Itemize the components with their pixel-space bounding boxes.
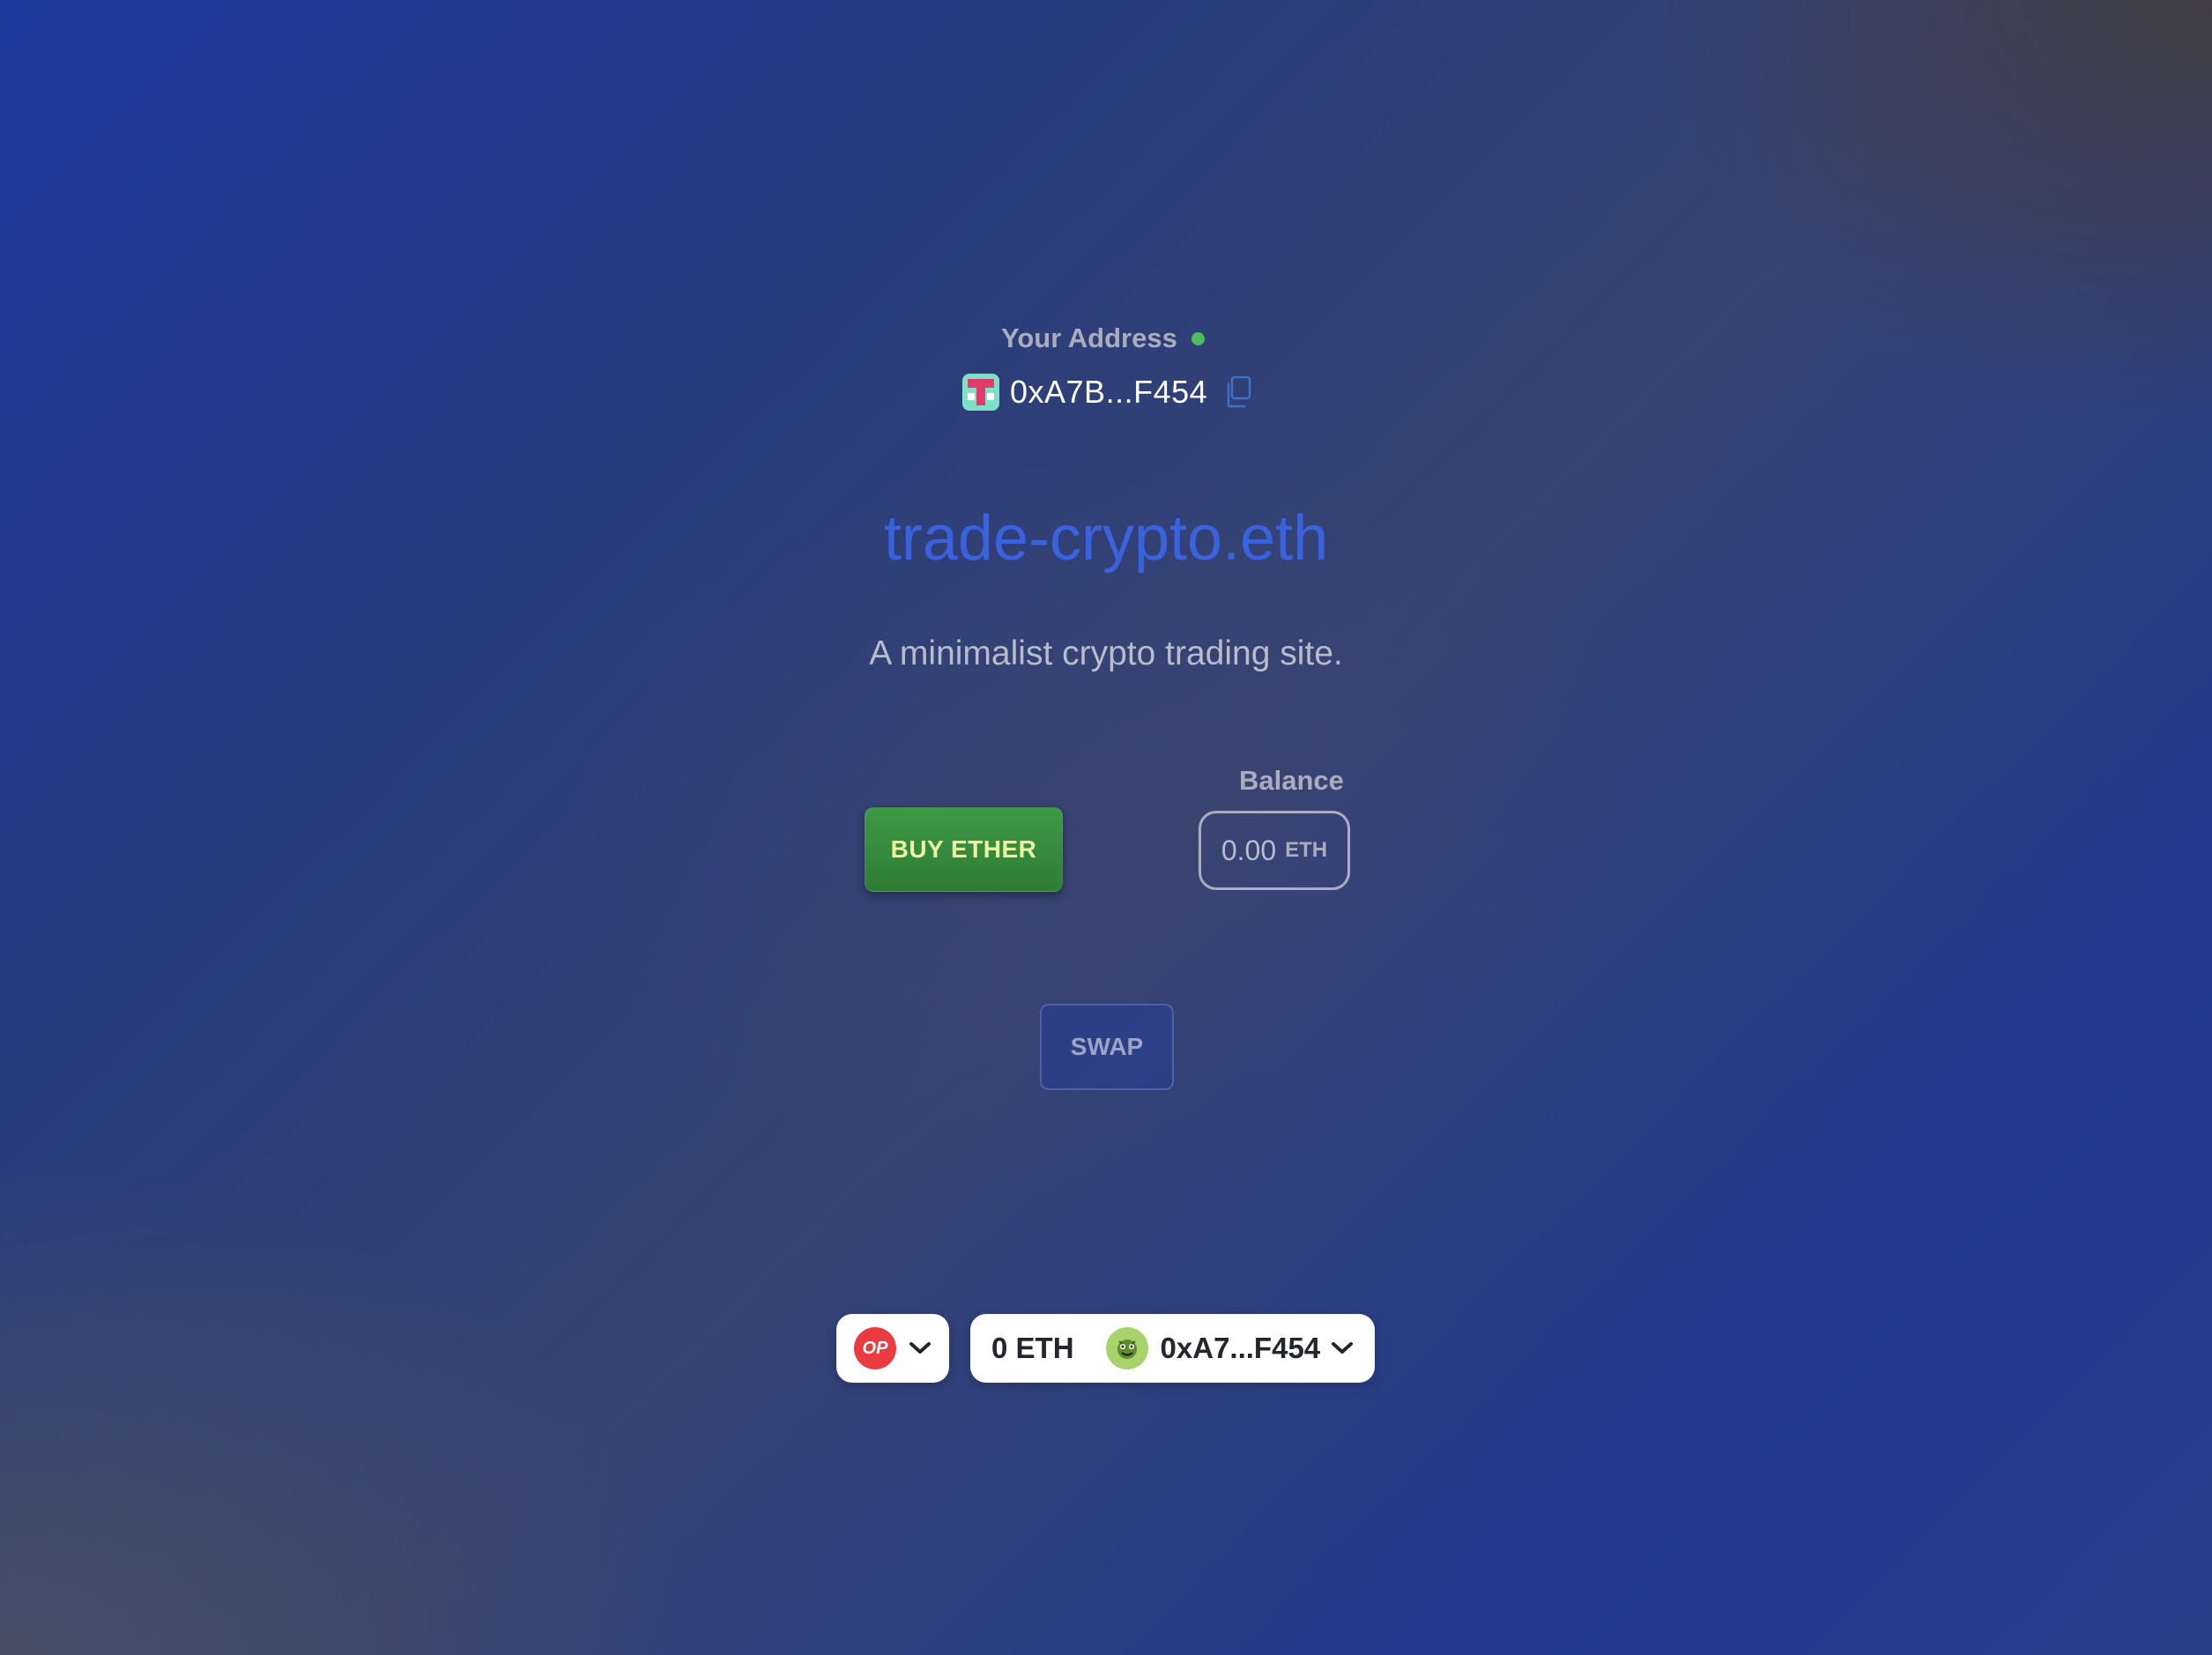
- address-label: Your Address: [1001, 323, 1177, 353]
- wallet-avatar: [962, 374, 999, 411]
- site-subtitle: A minimalist crypto trading site.: [869, 635, 1343, 672]
- background-shade-top-right: [0, 0, 2212, 1655]
- account-button[interactable]: 0 ETH 0xA7...F454: [970, 1314, 1375, 1383]
- swap-button[interactable]: SWAP: [1040, 1004, 1174, 1090]
- optimism-network-icon: OP: [854, 1327, 896, 1369]
- balance-label: Balance: [1239, 765, 1344, 796]
- connection-status-dot: [1191, 331, 1205, 345]
- balance-value: 0.00: [1221, 834, 1277, 866]
- chevron-down-icon: [1332, 1342, 1354, 1354]
- account-eth-balance: 0 ETH: [991, 1332, 1074, 1364]
- address-row: 0xA7B...F454: [962, 374, 1253, 411]
- background-shade-bottom-left: [0, 0, 2212, 1655]
- account-avatar-icon: [1105, 1327, 1148, 1369]
- balance-display: 0.00 ETH: [1199, 811, 1350, 890]
- address-header: Your Address: [1001, 323, 1205, 354]
- balance-unit: ETH: [1285, 838, 1328, 862]
- wallet-address: 0xA7B...F454: [1010, 374, 1208, 410]
- background-shade-center: [0, 0, 2212, 1655]
- buy-ether-button[interactable]: BUY ETHER: [865, 807, 1063, 892]
- network-selector-button[interactable]: OP: [836, 1314, 949, 1383]
- account-address: 0xA7...F454: [1160, 1332, 1321, 1364]
- chevron-down-icon: [909, 1342, 931, 1354]
- copy-icon[interactable]: [1223, 375, 1253, 409]
- site-title: trade-crypto.eth: [883, 503, 1329, 574]
